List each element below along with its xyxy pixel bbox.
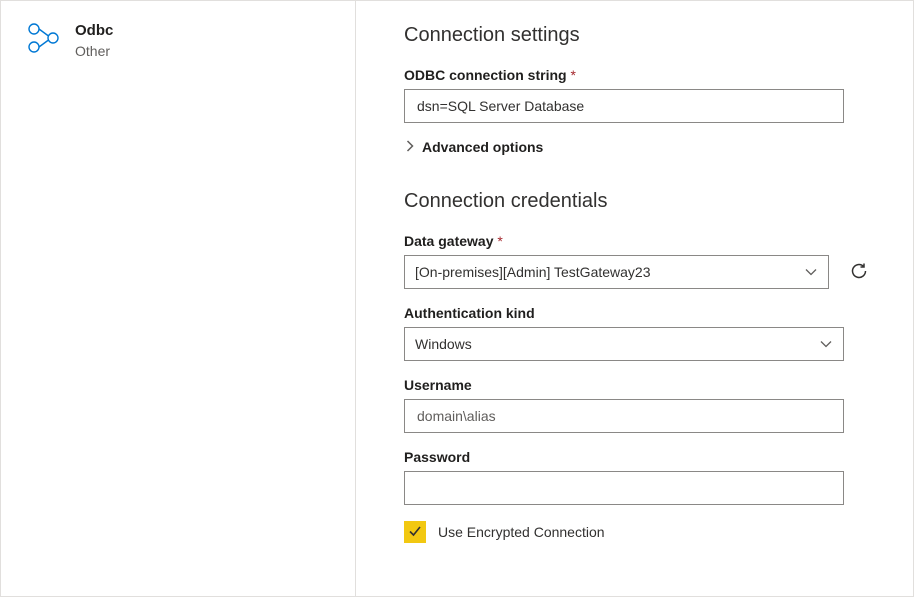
label-username: Username: [404, 377, 873, 393]
odbc-icon: [25, 21, 59, 55]
label-password: Password: [404, 449, 873, 465]
input-wrap-password: [404, 471, 844, 505]
section-connection-settings: Connection settings: [404, 21, 873, 49]
field-encrypted: Use Encrypted Connection: [404, 521, 873, 543]
chevron-down-icon: [804, 265, 818, 282]
label-connection-string: ODBC connection string *: [404, 67, 873, 83]
username-input[interactable]: [415, 400, 833, 432]
authentication-kind-value: Windows: [415, 336, 472, 352]
label-data-gateway-text: Data gateway: [404, 233, 493, 249]
field-authentication-kind: Authentication kind Windows: [404, 305, 873, 361]
right-pane: Connection settings ODBC connection stri…: [356, 1, 913, 596]
label-data-gateway: Data gateway *: [404, 233, 873, 249]
label-authentication-kind: Authentication kind: [404, 305, 873, 321]
advanced-options-label: Advanced options: [422, 139, 543, 155]
connector-heading: Odbc Other: [75, 21, 113, 576]
field-username: Username: [404, 377, 873, 433]
dialog-root: Odbc Other Connection settings ODBC conn…: [0, 0, 914, 597]
refresh-icon: [849, 261, 869, 284]
field-connection-string: ODBC connection string *: [404, 67, 873, 123]
refresh-gateway-button[interactable]: [845, 257, 873, 288]
connector-title: Odbc: [75, 21, 113, 41]
required-mark: *: [570, 67, 575, 83]
field-password: Password: [404, 449, 873, 505]
connection-string-input[interactable]: [415, 90, 833, 122]
field-data-gateway: Data gateway * [On-premises][Admin] Test…: [404, 233, 873, 289]
left-pane: Odbc Other: [1, 1, 356, 596]
encrypted-connection-label: Use Encrypted Connection: [438, 524, 605, 540]
chevron-down-icon: [819, 337, 833, 354]
required-mark: *: [497, 233, 502, 249]
data-gateway-select[interactable]: [On-premises][Admin] TestGateway23: [404, 255, 829, 289]
encrypted-connection-checkbox[interactable]: [404, 521, 426, 543]
authentication-kind-select[interactable]: Windows: [404, 327, 844, 361]
connector-subtitle: Other: [75, 41, 113, 61]
checkmark-icon: [407, 523, 423, 542]
data-gateway-value: [On-premises][Admin] TestGateway23: [415, 264, 651, 280]
advanced-options-toggle[interactable]: Advanced options: [404, 139, 873, 155]
label-connection-string-text: ODBC connection string: [404, 67, 567, 83]
chevron-right-icon: [404, 139, 416, 155]
input-wrap-username: [404, 399, 844, 433]
password-input[interactable]: [415, 472, 833, 504]
section-connection-credentials: Connection credentials: [404, 187, 873, 215]
input-wrap-connection-string: [404, 89, 844, 123]
